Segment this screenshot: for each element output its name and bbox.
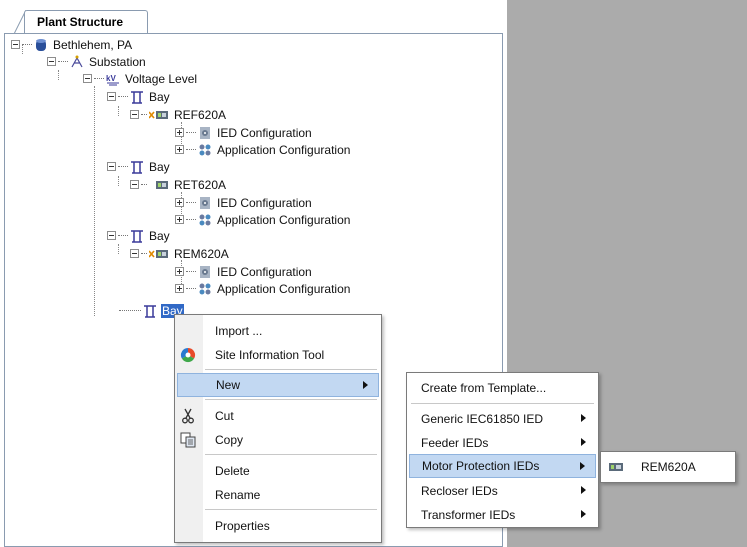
menu-item-new[interactable]: New (177, 373, 379, 397)
collapse-icon[interactable] (107, 92, 116, 101)
collapse-icon[interactable] (107, 162, 116, 171)
tree-node-substation[interactable]: Substation (47, 53, 147, 70)
menu-separator (205, 509, 377, 510)
menu-item-delete[interactable]: Delete (177, 459, 379, 483)
menu-item-cut[interactable]: Cut (177, 404, 379, 428)
tree-node-ied-rem620a[interactable]: REM620A (130, 245, 230, 262)
tree-label: REF620A (174, 107, 227, 122)
context-menu: Import ... Site Information Tool New Cut… (174, 314, 382, 543)
bay-icon (130, 90, 144, 104)
menu-separator (205, 454, 377, 455)
collapse-icon[interactable] (83, 74, 92, 83)
menu-separator (205, 399, 377, 400)
tree-node-ied-ret620a[interactable]: RET620A (130, 176, 227, 193)
menu-item-import[interactable]: Import ... (177, 319, 379, 343)
ied-configuration-icon (198, 265, 212, 279)
ied-icon (148, 247, 169, 261)
database-icon (34, 38, 48, 52)
menu-item-recloser-ieds[interactable]: Recloser IEDs (409, 479, 596, 503)
tree-node-application-configuration[interactable]: Application Configuration (175, 211, 351, 228)
bay-icon (143, 304, 157, 318)
scissors-icon (180, 408, 196, 424)
submenu-arrow-icon (581, 438, 586, 446)
tree-label: Application Configuration (217, 212, 351, 227)
application-configuration-icon (198, 282, 212, 296)
svg-text:kV: kV (106, 74, 116, 83)
menu-item-copy[interactable]: Copy (177, 428, 379, 452)
tab-plant-structure[interactable]: Plant Structure (24, 10, 148, 34)
menu-separator (205, 369, 377, 370)
substation-icon (70, 55, 84, 69)
menu-item-properties[interactable]: Properties (177, 514, 379, 538)
ied-icon (148, 108, 169, 122)
application-configuration-icon (198, 143, 212, 157)
ied-icon (149, 178, 169, 192)
tree-label: Bay (149, 228, 170, 243)
tree-label: Application Configuration (217, 281, 351, 296)
tree-label: Voltage Level (125, 71, 198, 86)
tree-node-bay[interactable]: Bay (107, 158, 171, 175)
submenu-arrow-icon (581, 510, 586, 518)
menu-item-rename[interactable]: Rename (177, 483, 379, 507)
tree-label: Application Configuration (217, 142, 351, 157)
tree-node-bay[interactable]: Bay (107, 88, 171, 105)
application-configuration-icon (198, 213, 212, 227)
voltage-level-icon: kV (106, 72, 120, 86)
tree-node-bay[interactable]: Bay (107, 227, 171, 244)
bay-icon (130, 160, 144, 174)
expand-icon[interactable] (175, 128, 184, 137)
menu-separator (411, 403, 594, 404)
menu-item-site-information-tool[interactable]: Site Information Tool (177, 343, 379, 367)
expand-icon[interactable] (175, 145, 184, 154)
collapse-icon[interactable] (130, 249, 139, 258)
collapse-icon[interactable] (107, 231, 116, 240)
tree-node-root[interactable]: Bethlehem, PA (11, 36, 133, 53)
submenu-arrow-icon (581, 486, 586, 494)
ied-icon (607, 459, 627, 475)
menu-item-motor-protection-ieds[interactable]: Motor Protection IEDs (409, 454, 596, 478)
menu-item-transformer-ieds[interactable]: Transformer IEDs (409, 503, 596, 527)
menu-item-feeder-ieds[interactable]: Feeder IEDs (409, 431, 596, 455)
tree-node-ied-configuration[interactable]: IED Configuration (175, 124, 313, 141)
submenu-arrow-icon (363, 381, 368, 389)
expand-icon[interactable] (175, 198, 184, 207)
bay-icon (130, 229, 144, 243)
tree-label: Substation (89, 54, 146, 69)
menu-item-rem620a[interactable]: REM620A (603, 455, 733, 479)
tree-node-application-configuration[interactable]: Application Configuration (175, 280, 351, 297)
collapse-icon[interactable] (47, 57, 56, 66)
collapse-icon[interactable] (130, 180, 139, 189)
expand-icon[interactable] (175, 267, 184, 276)
collapse-icon[interactable] (130, 110, 139, 119)
tree-label: Bethlehem, PA (53, 37, 133, 52)
menu-item-generic-iec61850-ied[interactable]: Generic IEC61850 IED (409, 407, 596, 431)
motor-protection-submenu: REM620A (600, 451, 736, 483)
tree-node-voltage-level[interactable]: kV Voltage Level (83, 70, 198, 87)
new-submenu: Create from Template... Generic IEC61850… (406, 372, 599, 528)
tree-label: IED Configuration (217, 125, 312, 140)
tree-node-ied-ref620a[interactable]: REF620A (130, 106, 227, 123)
copy-icon (180, 432, 196, 448)
tree-label: IED Configuration (217, 195, 312, 210)
expand-icon[interactable] (175, 284, 184, 293)
tree-node-application-configuration[interactable]: Application Configuration (175, 141, 351, 158)
tree-label: Bay (149, 89, 170, 104)
collapse-icon[interactable] (11, 40, 20, 49)
ied-configuration-icon (198, 126, 212, 140)
submenu-arrow-icon (580, 462, 585, 470)
ied-configuration-icon (198, 196, 212, 210)
expand-icon[interactable] (175, 215, 184, 224)
tree-node-ied-configuration[interactable]: IED Configuration (175, 263, 313, 280)
tree-label: RET620A (174, 177, 227, 192)
tree-label: Bay (149, 159, 170, 174)
site-information-tool-icon (180, 347, 196, 363)
submenu-arrow-icon (581, 414, 586, 422)
menu-item-create-from-template[interactable]: Create from Template... (409, 376, 596, 400)
tree-label: REM620A (174, 246, 229, 261)
tree-label: IED Configuration (217, 264, 312, 279)
tree-node-ied-configuration[interactable]: IED Configuration (175, 194, 313, 211)
